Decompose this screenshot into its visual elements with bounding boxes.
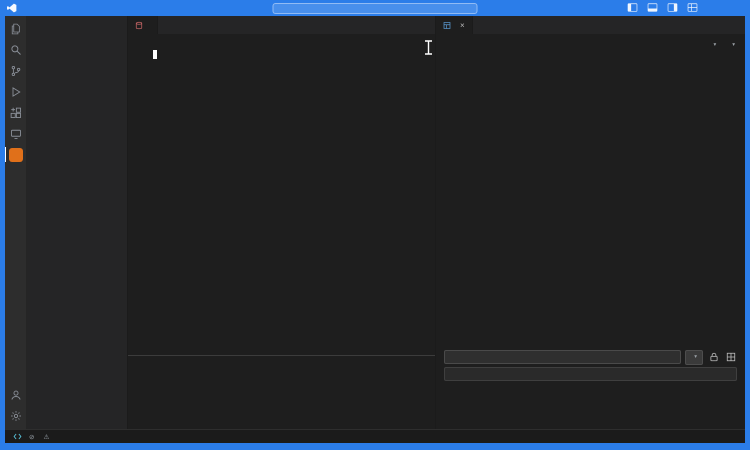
chevron-down-icon: ▾ xyxy=(713,42,717,48)
sidebar-sections xyxy=(27,31,127,429)
panel-empty-space xyxy=(436,381,745,429)
sidebar xyxy=(27,16,127,429)
grid-icon[interactable] xyxy=(724,351,737,364)
error-count[interactable]: ⊘ xyxy=(29,433,36,441)
run-debug-icon[interactable] xyxy=(5,81,27,102)
breadcrumb xyxy=(128,34,435,47)
editor-group-left xyxy=(127,16,435,429)
app-icon xyxy=(6,3,17,14)
query-input[interactable] xyxy=(444,350,682,364)
warning-count[interactable]: ⚠ xyxy=(43,433,51,441)
workbench: × ▾ ▾ ▾ xyxy=(5,16,745,429)
sql-file-icon xyxy=(135,21,143,30)
chevron-down-icon: ▾ xyxy=(732,42,735,48)
toggle-secondary-sidebar-icon[interactable] xyxy=(667,2,678,13)
title-bar xyxy=(0,0,750,16)
remote-indicator-icon[interactable] xyxy=(13,432,22,441)
editor-tabs-left xyxy=(128,16,435,34)
project-server-select[interactable]: ▾ xyxy=(711,42,716,48)
remote-explorer-icon[interactable] xyxy=(5,123,27,144)
extensions-icon[interactable] xyxy=(5,102,27,123)
desktop: { "colors": { "frame_blue": "#2b7de9", "… xyxy=(0,0,750,450)
activity-bar xyxy=(5,16,27,429)
lock-icon[interactable] xyxy=(707,351,720,364)
editor-tabs-right: × xyxy=(436,16,745,34)
status-bar: ⊘ ⚠ xyxy=(5,429,745,443)
window-title[interactable] xyxy=(272,2,478,14)
results-table-container xyxy=(436,56,745,331)
query-toolbar: ▾ xyxy=(436,347,745,367)
warning-icon: ⚠ xyxy=(43,433,50,441)
customize-layout-icon[interactable] xyxy=(687,2,698,13)
text-caret xyxy=(153,50,157,59)
mouse-cursor xyxy=(424,40,433,60)
code-editor[interactable] xyxy=(128,47,435,355)
editor-group-right: × ▾ ▾ ▾ xyxy=(435,16,745,429)
settings-gear-icon[interactable] xyxy=(5,405,27,426)
chevron-down-icon: ▾ xyxy=(694,354,697,360)
output-content xyxy=(128,371,435,429)
datasource-select[interactable]: ▾ xyxy=(730,42,735,48)
tab-rdsviewer-sql[interactable] xyxy=(128,16,158,34)
bottom-panel xyxy=(128,355,435,429)
titlebar-actions xyxy=(627,2,698,13)
tab-rds-query-viewer[interactable]: × xyxy=(436,16,473,34)
toggle-panel-icon[interactable] xyxy=(647,2,658,13)
explorer-icon[interactable] xyxy=(5,18,27,39)
panel-tabs xyxy=(128,356,435,371)
query-type-select[interactable]: ▾ xyxy=(685,349,703,365)
close-icon[interactable]: × xyxy=(460,21,465,30)
query-viewer-icon xyxy=(443,21,451,30)
code-line xyxy=(152,47,157,355)
query-textarea[interactable] xyxy=(444,367,737,381)
search-icon[interactable] xyxy=(5,39,27,60)
vscode-window: × ▾ ▾ ▾ ⊘ ⚠ xyxy=(5,16,745,443)
line-number xyxy=(128,47,152,355)
results-status xyxy=(436,331,745,347)
error-icon: ⊘ xyxy=(29,433,35,441)
query-controls: ▾ ▾ xyxy=(436,34,745,56)
toggle-sidebar-icon[interactable] xyxy=(627,2,638,13)
accounts-icon[interactable] xyxy=(5,384,27,405)
cf-logo xyxy=(8,147,23,162)
source-control-icon[interactable] xyxy=(5,60,27,81)
coldfusion-builder-icon[interactable] xyxy=(5,144,27,165)
sidebar-title xyxy=(27,16,127,31)
